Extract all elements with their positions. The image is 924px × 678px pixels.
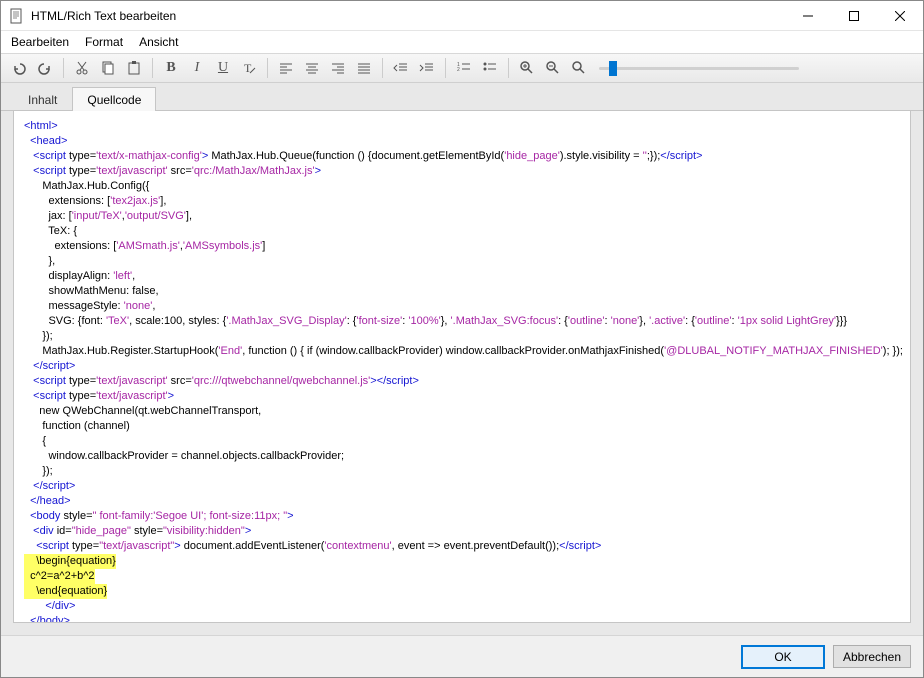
toolbar-separator [267, 58, 268, 78]
copy-button[interactable] [96, 56, 120, 80]
maximize-button[interactable] [831, 1, 877, 30]
menu-format[interactable]: Format [85, 35, 123, 49]
clear-format-icon: T [241, 60, 257, 76]
window-title: HTML/Rich Text bearbeiten [31, 9, 785, 23]
align-center-icon [304, 60, 320, 76]
italic-button[interactable]: I [185, 56, 209, 80]
zoom-slider[interactable] [599, 67, 799, 70]
toolbar-separator [63, 58, 64, 78]
editor-area: <html> <head> <script type='text/x-mathj… [1, 111, 923, 635]
underline-button[interactable]: U [211, 56, 235, 80]
ok-button[interactable]: OK [741, 645, 825, 669]
outdent-button[interactable] [389, 56, 413, 80]
redo-icon [37, 60, 53, 76]
align-justify-button[interactable] [352, 56, 376, 80]
copy-icon [100, 60, 116, 76]
zoom-out-button[interactable] [541, 56, 565, 80]
toolbar-separator [508, 58, 509, 78]
zoom-in-button[interactable] [515, 56, 539, 80]
align-right-icon [330, 60, 346, 76]
cancel-button[interactable]: Abbrechen [833, 645, 911, 668]
align-center-button[interactable] [300, 56, 324, 80]
app-icon [9, 8, 25, 24]
redo-button[interactable] [33, 56, 57, 80]
indent-icon [419, 60, 435, 76]
zoom-in-icon [519, 60, 535, 76]
paste-button[interactable] [122, 56, 146, 80]
outdent-icon [393, 60, 409, 76]
window: HTML/Rich Text bearbeiten Bearbeiten For… [0, 0, 924, 678]
dialog-footer: OK Abbrechen [1, 635, 923, 677]
menubar: Bearbeiten Format Ansicht [1, 31, 923, 53]
menu-edit[interactable]: Bearbeiten [11, 35, 69, 49]
close-button[interactable] [877, 1, 923, 30]
ordered-list-button[interactable]: 12 [452, 56, 476, 80]
bold-button[interactable]: B [159, 56, 183, 80]
toolbar-separator [152, 58, 153, 78]
toolbar: B I U T 12 [1, 53, 923, 83]
indent-button[interactable] [415, 56, 439, 80]
cut-button[interactable] [70, 56, 94, 80]
align-left-button[interactable] [274, 56, 298, 80]
undo-icon [11, 60, 27, 76]
svg-text:2: 2 [457, 67, 460, 73]
scissors-icon [74, 60, 90, 76]
undo-button[interactable] [7, 56, 31, 80]
toolbar-separator [445, 58, 446, 78]
align-justify-icon [356, 60, 372, 76]
unordered-list-button[interactable] [478, 56, 502, 80]
ordered-list-icon: 12 [456, 60, 472, 76]
minimize-button[interactable] [785, 1, 831, 30]
unordered-list-icon [482, 60, 498, 76]
tab-content[interactable]: Inhalt [13, 87, 72, 111]
toolbar-separator [382, 58, 383, 78]
align-right-button[interactable] [326, 56, 350, 80]
bold-icon: B [166, 60, 175, 76]
tab-source[interactable]: Quellcode [72, 87, 156, 111]
menu-view[interactable]: Ansicht [139, 35, 178, 49]
underline-icon: U [218, 60, 228, 76]
titlebar: HTML/Rich Text bearbeiten [1, 1, 923, 31]
italic-icon: I [195, 60, 200, 76]
paste-icon [126, 60, 142, 76]
source-editor[interactable]: <html> <head> <script type='text/x-mathj… [13, 111, 911, 623]
zoom-out-icon [545, 60, 561, 76]
zoom-reset-button[interactable] [567, 56, 591, 80]
zoom-reset-icon [571, 60, 587, 76]
tabstrip: Inhalt Quellcode [1, 83, 923, 111]
align-left-icon [278, 60, 294, 76]
clear-format-button[interactable]: T [237, 56, 261, 80]
